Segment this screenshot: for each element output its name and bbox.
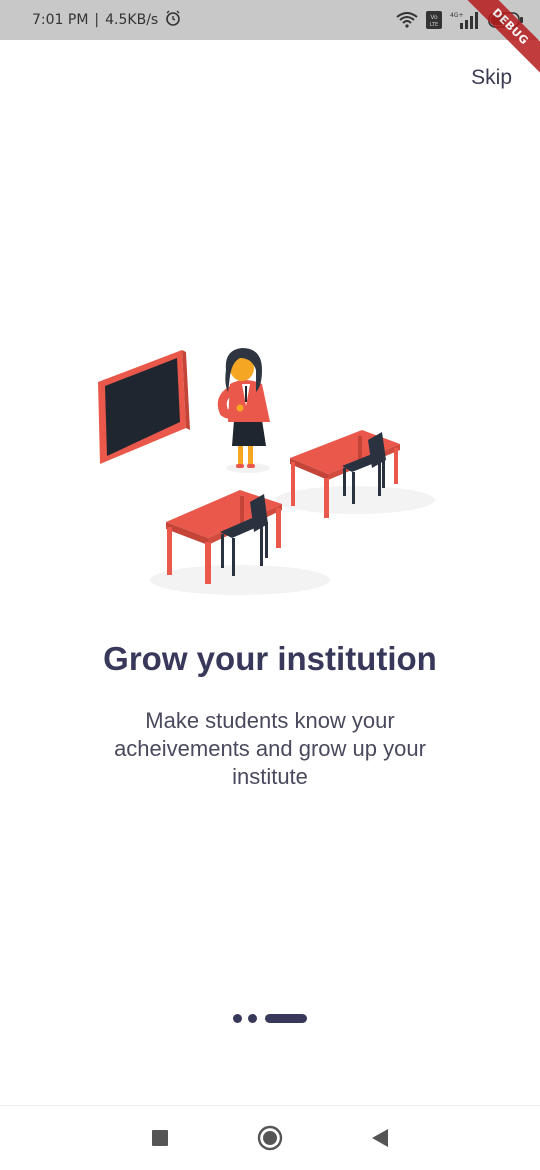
home-circle-icon (257, 1125, 283, 1151)
status-separator: | (94, 12, 100, 28)
wifi-icon (396, 12, 418, 28)
teacher-icon (217, 348, 270, 473)
page-dot-2[interactable] (248, 1014, 257, 1023)
page-dot-1[interactable] (233, 1014, 242, 1023)
svg-text:Vo: Vo (430, 14, 438, 21)
onboarding-description: Make students know your acheivements and… (114, 708, 426, 789)
signal-icon: 4G+ (450, 11, 480, 29)
status-bar: 7:01 PM | 4.5KB/s Vo LTE 4G+ DEBUG (0, 0, 540, 78)
classroom-illustration (90, 340, 450, 600)
svg-text:4G+: 4G+ (450, 12, 464, 19)
status-net-speed: 4.5KB/s (105, 12, 159, 28)
page-indicator (0, 1014, 540, 1023)
status-time: 7:01 PM (32, 12, 89, 28)
recents-button[interactable] (105, 1106, 215, 1170)
page-dot-3-active[interactable] (265, 1014, 307, 1023)
alarm-icon (164, 9, 182, 31)
system-nav-bar (0, 1105, 540, 1170)
back-triangle-icon (372, 1129, 388, 1147)
status-left: 7:01 PM | 4.5KB/s (32, 9, 182, 31)
recents-square-icon (152, 1130, 168, 1146)
back-button[interactable] (325, 1106, 435, 1170)
skip-button[interactable]: Skip (471, 66, 512, 90)
volte-icon: Vo LTE (426, 11, 442, 29)
onboarding-title: Grow your institution (103, 640, 437, 677)
home-button[interactable] (215, 1106, 325, 1170)
blackboard-icon (98, 350, 190, 464)
svg-text:LTE: LTE (430, 22, 438, 28)
